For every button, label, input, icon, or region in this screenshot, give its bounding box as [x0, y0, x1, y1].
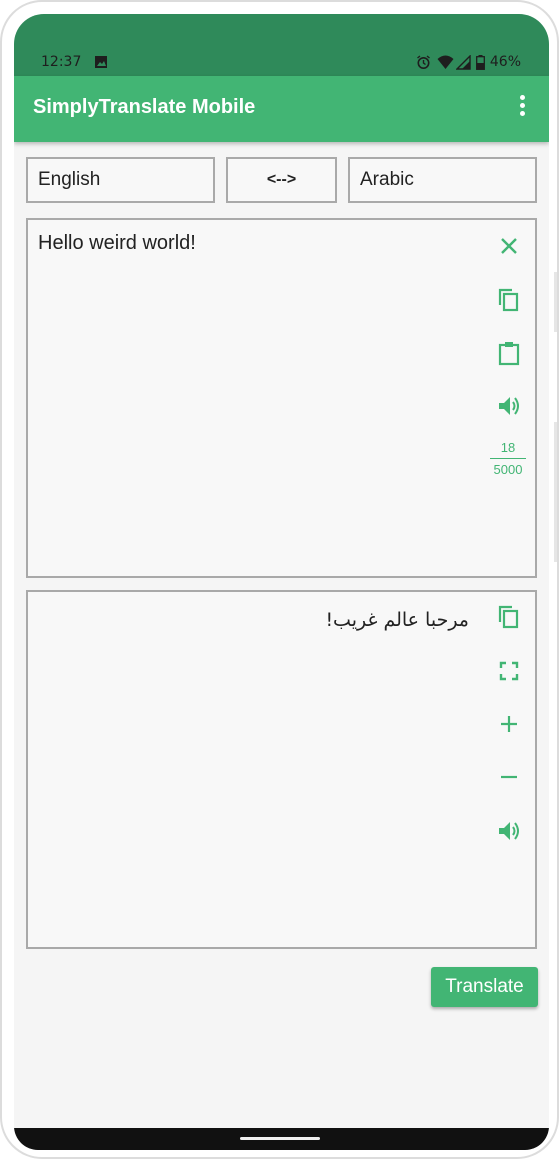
navigation-bar — [14, 1128, 549, 1150]
wifi-icon — [437, 55, 454, 69]
status-time: 12:37 — [41, 54, 82, 70]
alarm-icon — [417, 55, 430, 69]
minus-icon[interactable] — [496, 764, 522, 790]
battery-icon — [476, 55, 485, 70]
source-text[interactable]: Hello weird world! — [38, 232, 196, 254]
swap-languages-button[interactable]: <--> — [226, 157, 337, 203]
app-bar: SimplyTranslate Mobile — [14, 76, 549, 142]
translation-output: مرحبا عالم غريب! — [26, 590, 537, 949]
home-gesture-handle[interactable] — [240, 1137, 320, 1140]
translate-button[interactable]: Translate — [431, 967, 538, 1007]
signal-icon — [456, 55, 471, 70]
close-icon[interactable] — [496, 233, 522, 259]
phone-side-button — [554, 422, 557, 562]
image-icon — [95, 56, 107, 68]
phone-frame: 12:37 46% SimplyTranslate Mobile English… — [0, 0, 559, 1159]
phone-side-button — [554, 272, 557, 332]
character-limit: 5000 — [493, 462, 523, 477]
more-vert-icon[interactable] — [515, 95, 529, 123]
fullscreen-icon[interactable] — [496, 658, 522, 684]
screen: 12:37 46% SimplyTranslate Mobile English… — [14, 14, 549, 1150]
copy-icon[interactable] — [496, 287, 522, 313]
speaker-icon[interactable] — [496, 818, 522, 844]
translated-text: مرحبا عالم غريب! — [325, 609, 469, 631]
status-bar: 12:37 46% — [14, 14, 549, 76]
source-text-input[interactable]: Hello weird world! — [26, 218, 537, 578]
character-count: 18 — [490, 440, 526, 459]
battery-percentage: 46% — [489, 54, 521, 70]
character-counter: 18 5000 — [490, 440, 526, 477]
app-title: SimplyTranslate Mobile — [33, 96, 256, 118]
plus-icon[interactable] — [496, 711, 522, 737]
paste-icon[interactable] — [496, 340, 522, 366]
source-language-select[interactable]: English — [26, 157, 215, 203]
speaker-icon[interactable] — [496, 393, 522, 419]
copy-icon[interactable] — [496, 604, 522, 630]
target-language-select[interactable]: Arabic — [348, 157, 537, 203]
